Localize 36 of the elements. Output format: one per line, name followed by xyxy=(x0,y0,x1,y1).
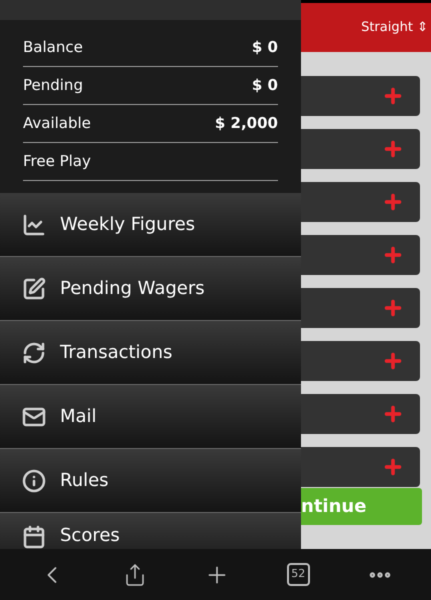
account-label: Balance xyxy=(23,37,83,58)
menu-item[interactable]: Mail xyxy=(0,385,301,449)
account-value: $ 0 xyxy=(252,37,278,58)
bet-row[interactable] xyxy=(301,341,420,381)
add-icon xyxy=(382,244,404,266)
menu-item[interactable]: Weekly Figures xyxy=(0,193,301,257)
add-icon xyxy=(382,191,404,213)
account-value: $ 2,000 xyxy=(214,113,278,134)
menu-item[interactable]: Transactions xyxy=(0,321,301,385)
account-label: Pending xyxy=(23,75,83,96)
account-label: Available xyxy=(23,113,91,134)
add-icon xyxy=(382,456,404,478)
bet-row[interactable] xyxy=(301,288,420,328)
bet-row[interactable] xyxy=(301,76,420,116)
add-icon xyxy=(382,85,404,107)
add-icon xyxy=(382,297,404,319)
menu-item[interactable]: Pending Wagers xyxy=(0,257,301,321)
bet-type-dropdown[interactable]: Straight ⇕ xyxy=(361,18,428,38)
add-icon xyxy=(382,403,404,425)
add-icon xyxy=(382,350,404,372)
bet-row[interactable] xyxy=(301,235,420,275)
menu-item[interactable]: Rules xyxy=(0,449,301,513)
calendar-icon xyxy=(22,525,46,549)
bet-row[interactable] xyxy=(301,129,420,169)
refresh-icon xyxy=(22,340,46,364)
bet-row[interactable] xyxy=(301,394,420,434)
menu-item[interactable]: Scores xyxy=(0,513,301,549)
edit-icon xyxy=(22,276,46,300)
add-icon xyxy=(382,138,404,160)
info-icon xyxy=(22,468,46,492)
account-label: Free Play xyxy=(23,151,91,172)
tab-count-button[interactable]: 52 xyxy=(286,563,310,586)
bet-row[interactable] xyxy=(301,447,420,487)
chart-icon xyxy=(22,212,46,236)
account-value: $ 0 xyxy=(252,75,278,96)
bet-row[interactable] xyxy=(301,182,420,222)
